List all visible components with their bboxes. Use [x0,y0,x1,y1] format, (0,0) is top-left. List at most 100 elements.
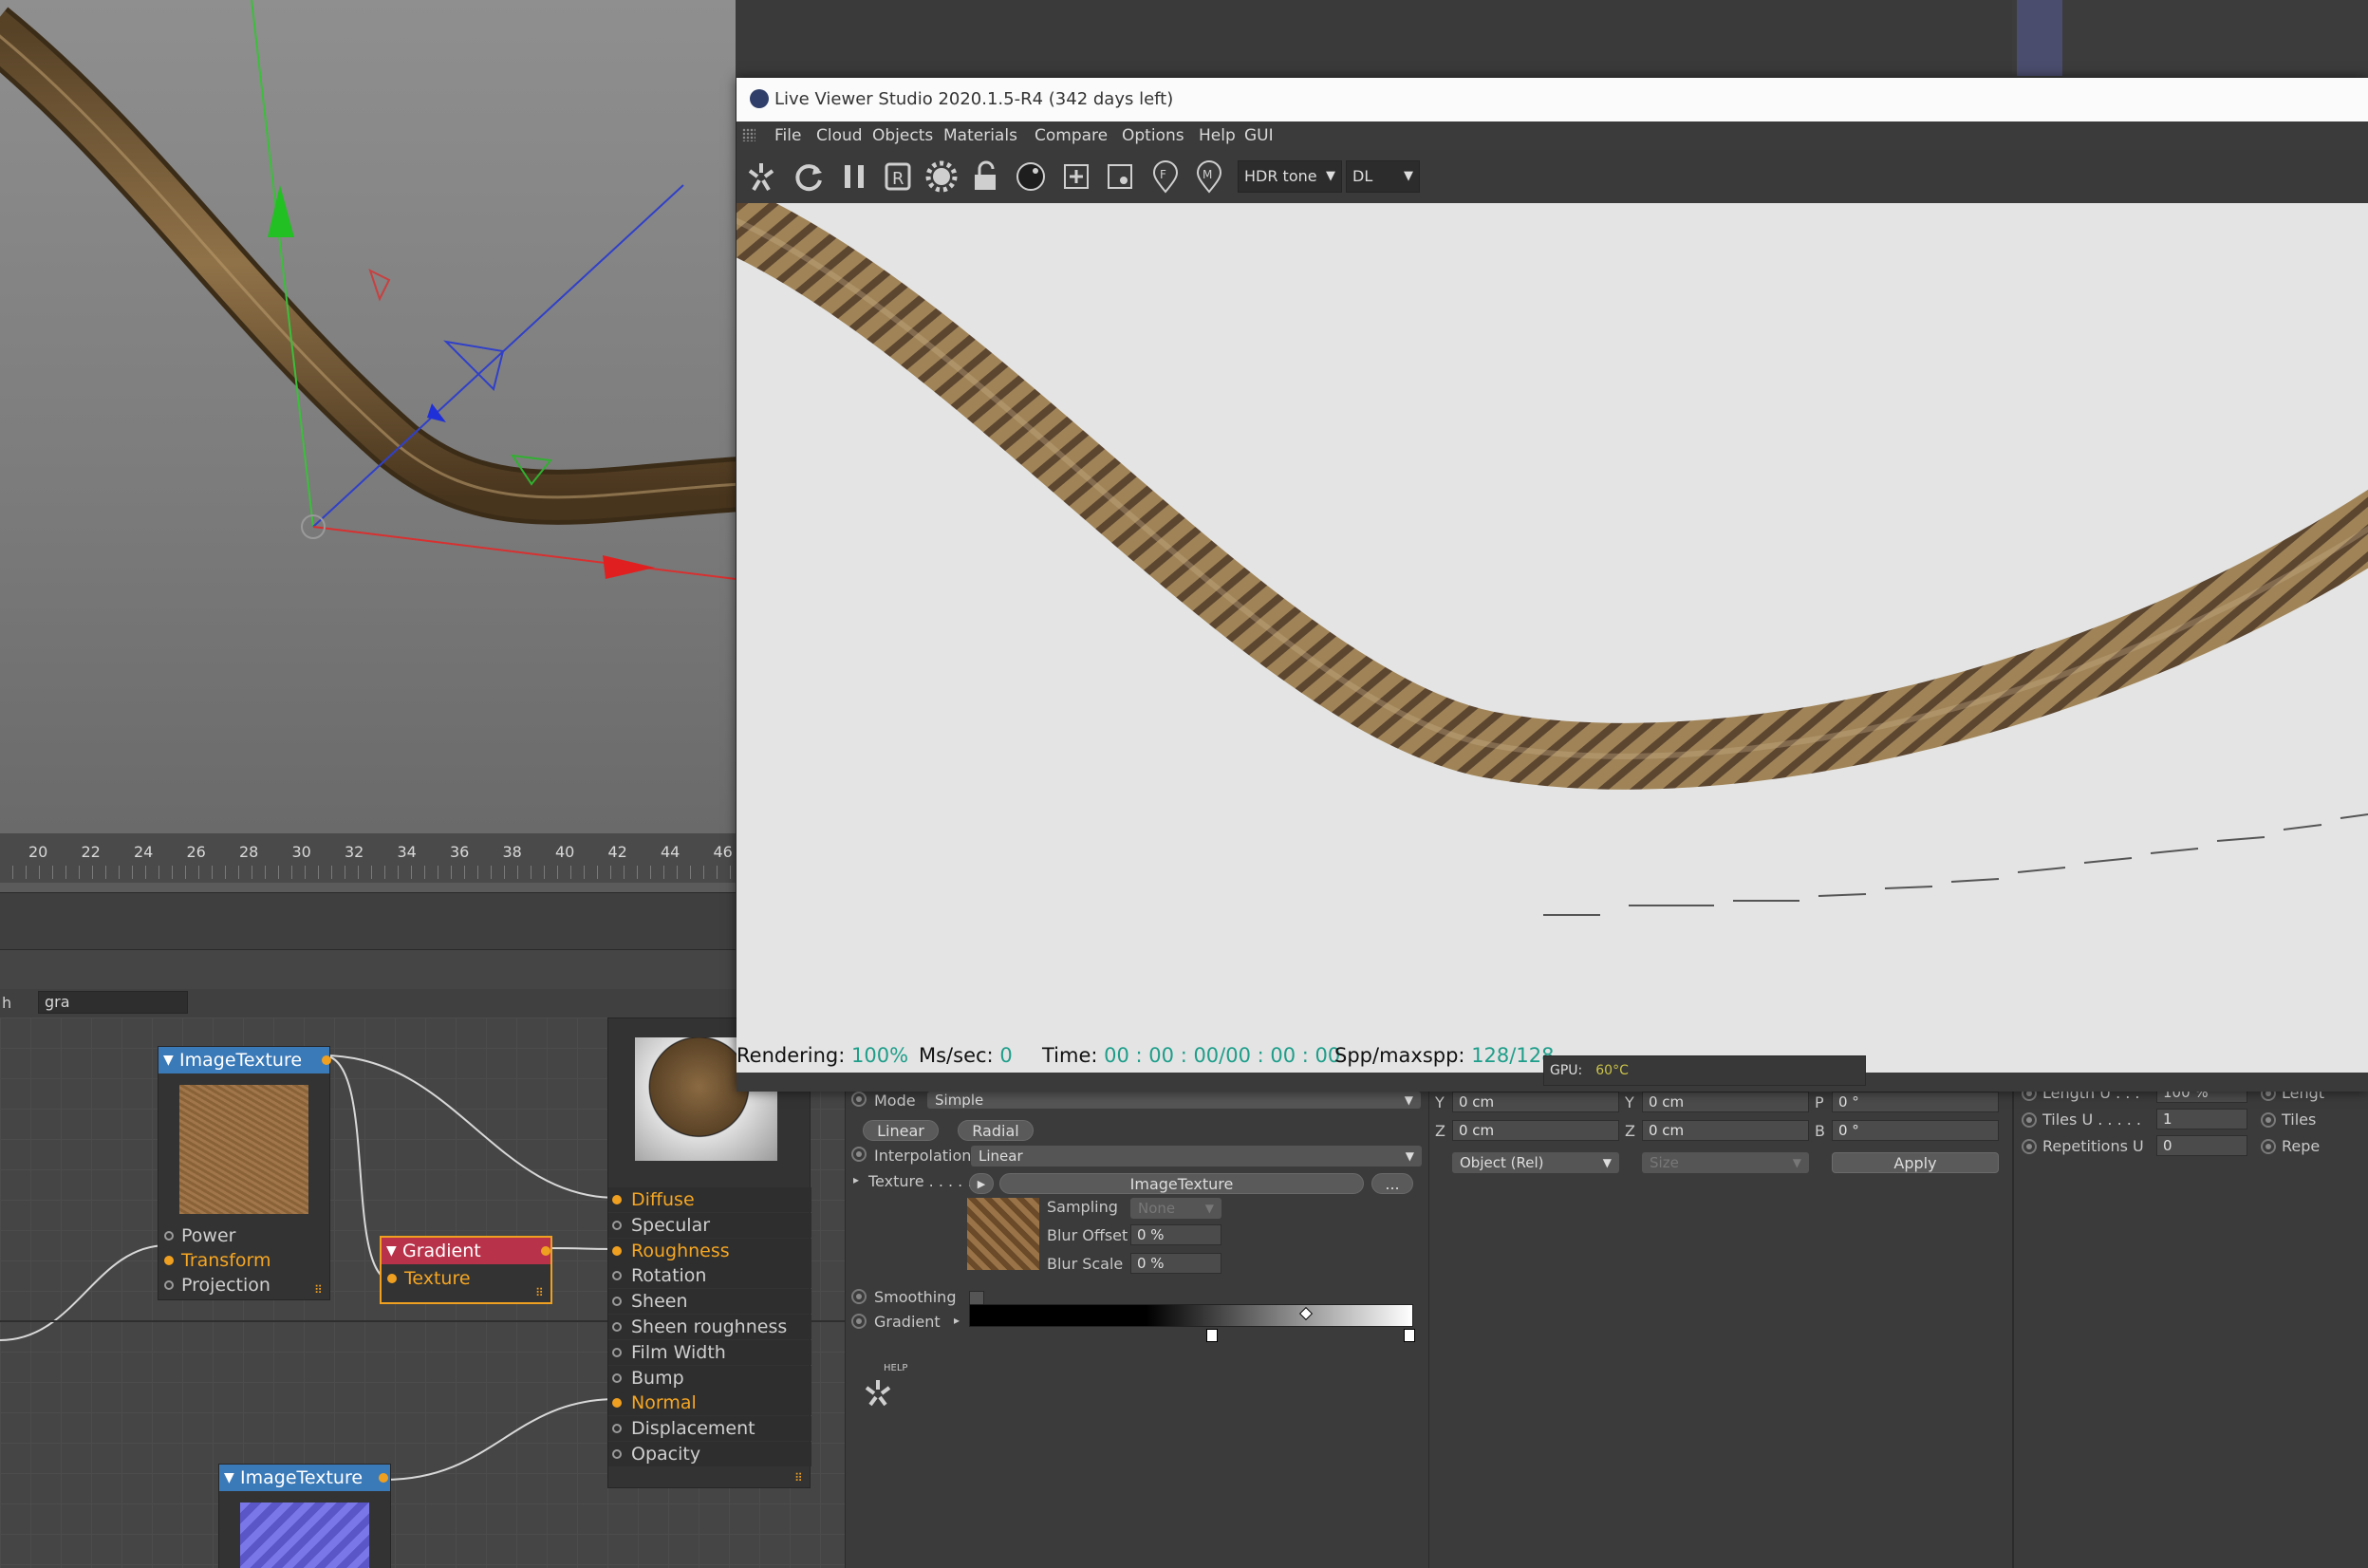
window-titlebar[interactable]: Live Viewer Studio 2020.1.5-R4 (342 days… [737,78,2368,121]
menu-item-gui[interactable]: GUI [1244,126,1274,145]
restart-icon[interactable] [790,158,828,196]
menu-item-options[interactable]: Options [1122,126,1184,145]
pin-diffuse[interactable]: Diffuse [608,1187,811,1212]
svg-text:F: F [1160,168,1166,181]
collapse-icon[interactable]: ▼ [163,1047,174,1073]
texture-button[interactable]: ImageTexture [999,1173,1364,1194]
gradient-label: Gradient [874,1313,941,1331]
pin-sheen[interactable]: Sheen [608,1289,811,1315]
resize-handle-icon[interactable]: ⠿ [535,1287,547,1298]
gradient-node[interactable]: ▼ Gradient Texture ⠿ [380,1236,552,1304]
ruler-tick-label: 46 [713,843,733,861]
3d-viewport[interactable] [0,0,736,833]
menu-item-compare[interactable]: Compare [1035,126,1108,145]
rot-p-field[interactable]: 0 ° [1832,1092,1999,1112]
panel-divider [0,949,736,990]
pin-projection[interactable]: Projection [158,1273,270,1297]
coordinates-panel: Y 0 cm Y 0 cm P 0 ° Z 0 cm Z 0 cm B 0 ° … [1428,1092,2013,1568]
pin-opacity[interactable]: Opacity [608,1442,811,1466]
render-view[interactable] [737,203,2368,1038]
pin-transform[interactable]: Transform [158,1248,271,1273]
size-dropdown[interactable]: Size ▼ [1642,1152,1809,1173]
pin-film-width[interactable]: Film Width [608,1339,811,1365]
repetitions-u-field[interactable]: 0 [2156,1135,2247,1156]
region-render-icon[interactable]: R [879,158,917,196]
pin-bump[interactable]: Bump [608,1365,811,1391]
live-viewer-window[interactable]: Live Viewer Studio 2020.1.5-R4 (342 days… [737,78,2368,1092]
play-icon[interactable]: ▶ [969,1173,994,1194]
pause-icon[interactable] [835,158,873,196]
coord-mode-dropdown[interactable]: Object (Rel) ▼ [1452,1152,1619,1173]
settings-gear-icon[interactable] [923,158,960,196]
blur-offset-field[interactable]: 0 % [1130,1224,1221,1245]
collapse-icon[interactable]: ▼ [386,1238,397,1264]
timeline-ruler[interactable]: 20 22 24 26 28 30 32 34 36 38 40 42 44 46 [0,833,736,892]
pin-specular[interactable]: Specular [608,1212,811,1238]
ruler-tick-label: 30 [291,843,311,861]
gradient-marker-icon[interactable] [1206,1329,1218,1342]
octane-help-icon[interactable] [857,1367,904,1414]
menu-item-materials[interactable]: Materials [943,126,1017,145]
pin-texture[interactable]: Texture [382,1266,471,1291]
menu-item-file[interactable]: File [774,126,801,145]
apply-button[interactable]: Apply [1832,1152,1999,1173]
ruler-tick-label: 28 [239,843,259,861]
pos-z-field[interactable]: 0 cm [1452,1120,1619,1141]
pin-displacement[interactable]: Displacement [608,1416,811,1442]
node-editor[interactable]: ▼ ImageTexture Power Transform Projectio… [0,1017,845,1568]
menu-item-cloud[interactable]: Cloud [816,126,863,145]
grip-icon[interactable] [742,128,755,141]
collapse-icon[interactable]: ▼ [224,1465,234,1491]
output-port[interactable] [541,1246,550,1256]
kernel-dropdown[interactable]: DL ▼ [1346,160,1420,193]
tiles-u-field[interactable]: 1 [2156,1109,2247,1129]
material-ball-icon[interactable] [1012,158,1050,196]
pin-rotation[interactable]: Rotation [608,1263,811,1289]
resize-handle-icon[interactable]: ⠿ [314,1284,326,1296]
image-texture-node[interactable]: ▼ ImageTexture Power Transform Projectio… [158,1046,331,1300]
output-port[interactable] [379,1473,388,1483]
texture-label: Texture . . . . . [868,1172,973,1190]
mode-dropdown[interactable]: Simple ▼ [927,1092,1421,1109]
blur-scale-field[interactable]: 0 % [1130,1253,1221,1274]
mode-label: Mode [874,1092,916,1110]
image-texture-node-2[interactable]: ▼ ImageTexture [218,1464,391,1568]
rot-b-field[interactable]: 0 ° [1832,1120,1999,1141]
pos-y-field[interactable]: 0 cm [1452,1092,1619,1112]
octane-logo-icon [750,89,769,108]
menu-item-objects[interactable]: Objects [872,126,933,145]
ruler-tick-label: 26 [186,843,206,861]
resize-handle-icon[interactable]: ⠿ [794,1472,806,1484]
octane-send-icon[interactable] [742,158,780,196]
search-input[interactable]: gra [38,991,188,1014]
output-port[interactable] [322,1055,331,1065]
ruler-tick-label: 32 [345,843,364,861]
texture-preview [967,1198,1039,1270]
sampling-dropdown[interactable]: None ▼ [1130,1198,1221,1219]
tone-mapping-dropdown[interactable]: HDR tone ▼ [1238,160,1342,193]
ruler-tick-label: 40 [555,843,575,861]
scale-z-field[interactable]: 0 cm [1642,1120,1809,1141]
pin-power[interactable]: Power [158,1223,235,1248]
normal-map-thumbnail [240,1503,369,1568]
add-icon[interactable] [1057,158,1095,196]
expand-icon[interactable]: ▸ [853,1173,859,1186]
interpolation-dropdown[interactable]: Linear ▼ [971,1146,1422,1167]
radial-button[interactable]: Radial [958,1120,1034,1141]
svg-text:R: R [892,169,904,189]
pin-roughness[interactable]: Roughness [608,1238,811,1263]
material-picker-icon[interactable]: M [1190,158,1228,196]
lock-icon[interactable] [966,158,1004,196]
focus-picker-icon[interactable]: F [1147,158,1184,196]
node-title: ImageTexture [179,1050,303,1071]
gradient-marker-icon[interactable] [1404,1329,1415,1342]
texture-more-button[interactable]: ... [1371,1173,1413,1194]
pick-focus-icon[interactable] [1101,158,1139,196]
pin-sheen-roughness[interactable]: Sheen roughness [608,1315,811,1339]
gradient-bar[interactable] [969,1304,1413,1327]
expand-icon[interactable]: ▸ [954,1314,960,1327]
scale-y-field[interactable]: 0 cm [1642,1092,1809,1112]
linear-button[interactable]: Linear [863,1120,939,1141]
menu-item-help[interactable]: Help [1199,126,1236,145]
pin-normal[interactable]: Normal [608,1391,811,1416]
